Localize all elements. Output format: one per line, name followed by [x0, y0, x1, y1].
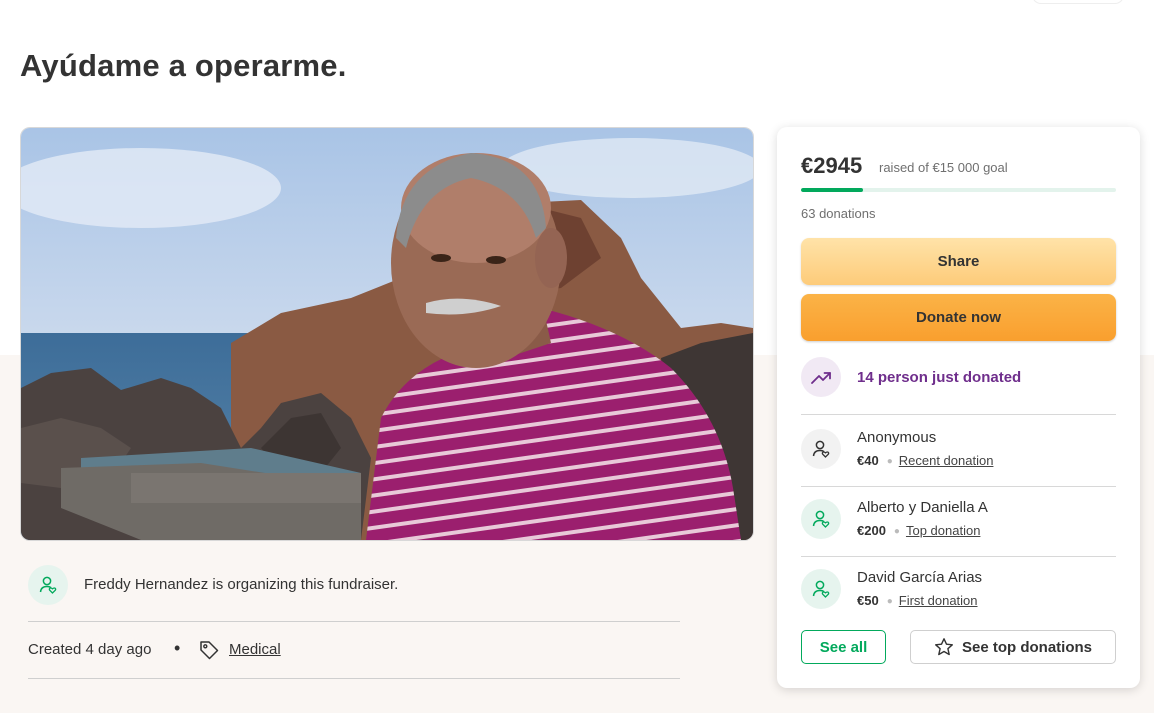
- dot-separator: ●: [886, 596, 893, 607]
- see-top-donations-label: See top donations: [961, 638, 1092, 656]
- created-date: Created 4 day ago: [28, 641, 152, 658]
- donation-count: 63 donations: [801, 206, 876, 221]
- donor-amount: €40: [857, 453, 879, 468]
- dot-separator: ●: [886, 456, 893, 467]
- donor-meta: €50 ● First donation: [857, 593, 978, 608]
- donor-tag-link[interactable]: Top donation: [906, 523, 980, 538]
- hero-photo: [20, 127, 754, 541]
- user-heart-icon: [801, 499, 841, 539]
- donor-row: David García Arias €50 ● First donation: [801, 567, 1116, 611]
- page-title: Ayúdame a operarme.: [20, 48, 347, 83]
- donor-amount: €50: [857, 593, 879, 608]
- bullet-separator: •: [174, 638, 181, 658]
- donor-tag-link[interactable]: Recent donation: [899, 453, 994, 468]
- tag-icon: [198, 639, 220, 665]
- progress-bar: [801, 188, 1116, 192]
- divider: [28, 678, 680, 679]
- donor-meta: €200 ● Top donation: [857, 523, 980, 538]
- see-top-donations-button[interactable]: See top donations: [910, 630, 1116, 664]
- category-link[interactable]: Medical: [229, 641, 281, 658]
- trending-row: 14 person just donated: [801, 357, 1116, 399]
- user-heart-icon: [28, 565, 68, 605]
- divider: [801, 486, 1116, 487]
- progress-fill: [801, 188, 863, 192]
- trending-up-icon: [801, 357, 841, 397]
- divider: [28, 621, 680, 622]
- donor-row: Alberto y Daniella A €200 ● Top donation: [801, 497, 1116, 541]
- donor-name: Alberto y Daniella A: [857, 499, 988, 516]
- trending-text: 14 person just donated: [857, 369, 1022, 386]
- donor-row: Anonymous €40 ● Recent donation: [801, 427, 1116, 471]
- organizer-text: Freddy Hernandez is organizing this fund…: [84, 576, 399, 593]
- divider: [801, 414, 1116, 415]
- donor-tag-link[interactable]: First donation: [899, 593, 978, 608]
- donor-amount: €200: [857, 523, 886, 538]
- organizer-row: Freddy Hernandez is organizing this fund…: [28, 565, 680, 605]
- raised-amount: €2945: [801, 153, 863, 178]
- donor-name: David García Arias: [857, 569, 983, 586]
- star-icon: [934, 637, 954, 657]
- user-heart-icon: [801, 569, 841, 609]
- share-button[interactable]: Share: [801, 238, 1116, 285]
- donor-meta: €40 ● Recent donation: [857, 453, 993, 468]
- donate-now-button[interactable]: Donate now: [801, 294, 1116, 341]
- divider: [801, 556, 1116, 557]
- header-element-edge: [1032, 0, 1124, 4]
- donation-card: €2945 raised of €15 000 goal 63 donation…: [777, 127, 1140, 688]
- dot-separator: ●: [893, 526, 900, 537]
- see-all-button[interactable]: See all: [801, 630, 886, 664]
- goal-text: raised of €15 000 goal: [879, 160, 1008, 175]
- user-heart-icon: [801, 429, 841, 469]
- donor-name: Anonymous: [857, 429, 937, 446]
